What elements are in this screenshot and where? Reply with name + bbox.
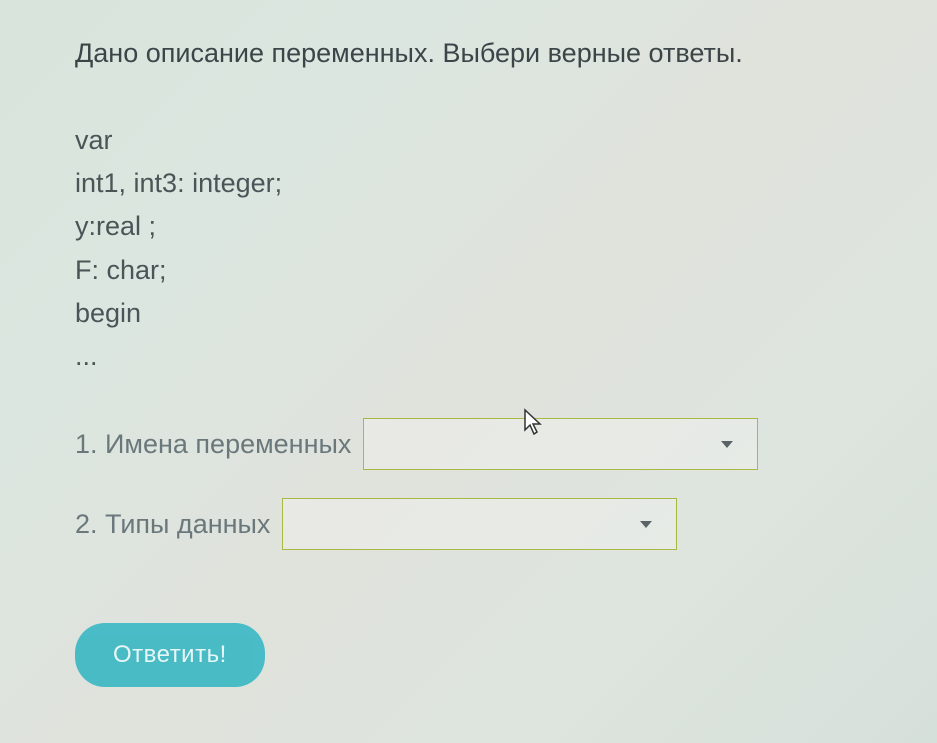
question-label-2: 2. Типы данных <box>75 509 270 540</box>
chevron-down-icon <box>721 441 733 448</box>
question-row-2: 2. Типы данных <box>75 498 862 550</box>
code-line: begin <box>75 292 862 335</box>
dropdown-variable-names[interactable] <box>363 418 758 470</box>
code-line: F: char; <box>75 249 862 292</box>
question-title: Дано описание переменных. Выбери верные … <box>75 38 862 69</box>
submit-button[interactable]: Ответить! <box>75 623 265 687</box>
code-line: var <box>75 119 862 162</box>
code-block: var int1, int3: integer; y:real ; F: cha… <box>75 119 862 378</box>
code-line: y:real ; <box>75 205 862 248</box>
dropdown-data-types[interactable] <box>282 498 677 550</box>
question-label-1: 1. Имена переменных <box>75 429 351 460</box>
question-row-1: 1. Имена переменных <box>75 418 862 470</box>
chevron-down-icon <box>640 521 652 528</box>
code-line: int1, int3: integer; <box>75 162 862 205</box>
code-line: ... <box>75 335 862 378</box>
